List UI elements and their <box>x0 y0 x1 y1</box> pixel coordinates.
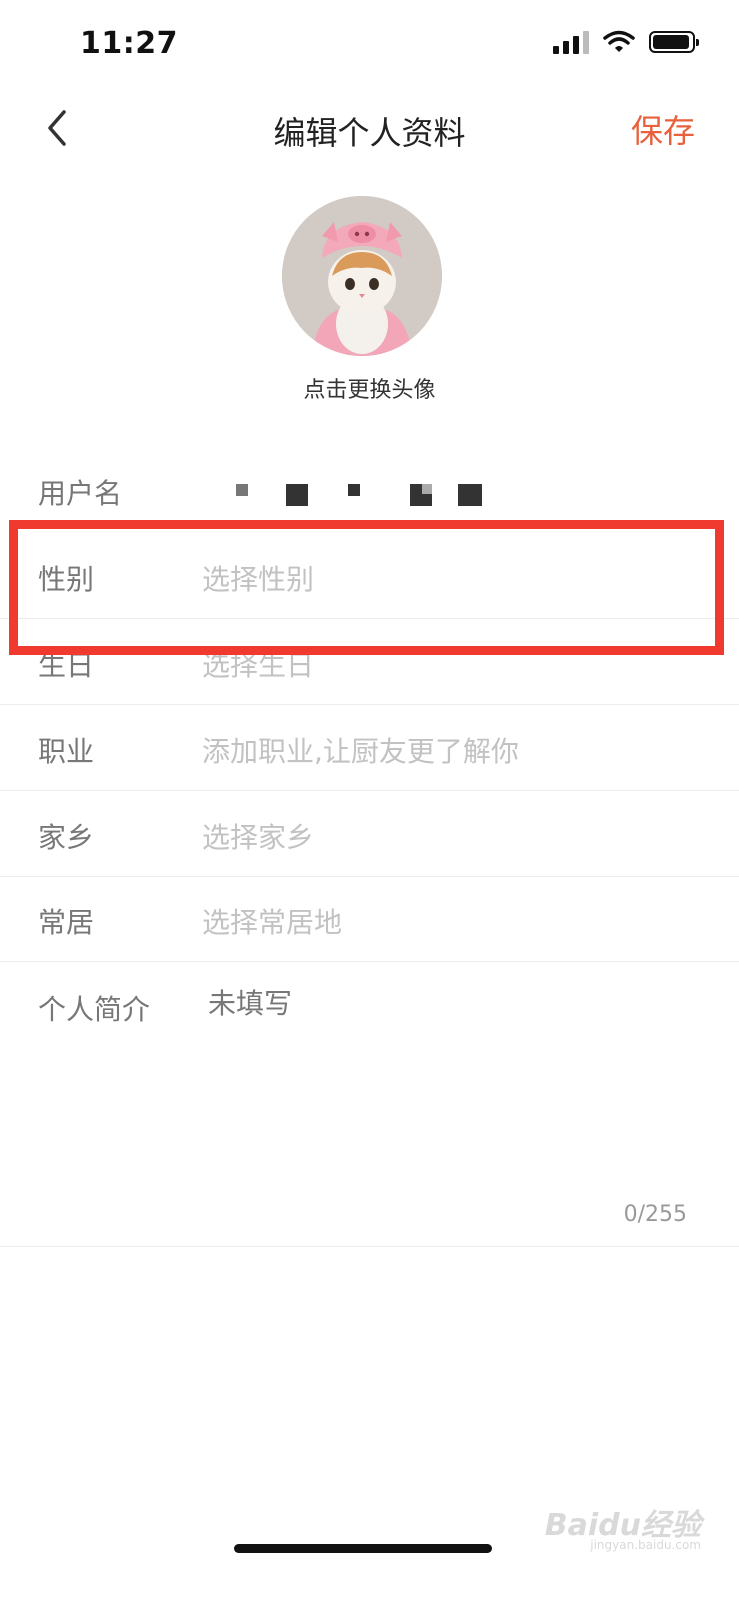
occupation-label: 职业 <box>38 735 95 768</box>
gender-row[interactable]: 性别 选择性别 <box>0 532 739 619</box>
home-indicator[interactable] <box>234 1544 492 1553</box>
occupation-input[interactable]: 添加职业,让厨友更了解你 <box>202 730 519 770</box>
gender-select[interactable]: 选择性别 <box>202 558 314 598</box>
status-time: 11:27 <box>80 26 178 61</box>
change-avatar-link[interactable]: 点击更换头像 <box>0 372 739 404</box>
username-label: 用户名 <box>38 477 123 510</box>
residence-label: 常居 <box>38 906 95 939</box>
occupation-row[interactable]: 职业 添加职业,让厨友更了解你 <box>0 704 739 791</box>
wifi-icon <box>603 30 635 52</box>
bio-textarea[interactable]: 未填写 <box>208 982 688 1022</box>
hometown-row[interactable]: 家乡 选择家乡 <box>0 790 739 877</box>
birthday-select[interactable]: 选择生日 <box>202 644 314 684</box>
hometown-select[interactable]: 选择家乡 <box>202 816 314 856</box>
save-button[interactable]: 保存 <box>631 106 695 152</box>
bio-char-counter: 0/255 <box>623 1202 687 1227</box>
residence-select[interactable]: 选择常居地 <box>202 901 342 941</box>
username-masked-value <box>190 478 500 518</box>
page-title: 编辑个人资料 <box>273 114 466 152</box>
residence-row[interactable]: 常居 选择常居地 <box>0 875 739 962</box>
gender-label: 性别 <box>38 563 95 596</box>
hometown-label: 家乡 <box>38 821 95 854</box>
cellular-signal-icon <box>553 30 589 54</box>
birthday-row[interactable]: 生日 选择生日 <box>0 618 739 705</box>
edit-profile-screen: 11:27 编辑个人资料 保存 点击更换头像 用户名 性别 选择性别 生日 选择… <box>0 0 739 1600</box>
bio-label: 个人简介 <box>38 993 151 1026</box>
cat-avatar-image <box>282 196 442 356</box>
battery-icon <box>649 31 699 53</box>
divider <box>0 1246 739 1247</box>
status-icons <box>553 30 699 54</box>
birthday-label: 生日 <box>38 649 95 682</box>
avatar[interactable] <box>282 196 442 356</box>
watermark-url: jingyan.baidu.com <box>590 1538 701 1552</box>
